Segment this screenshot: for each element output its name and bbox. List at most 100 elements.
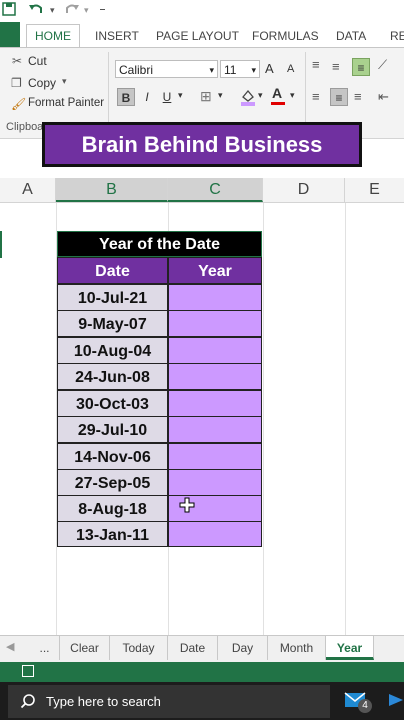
- year-cell[interactable]: [168, 469, 262, 496]
- tab-review[interactable]: RE: [390, 26, 404, 47]
- align-left-icon[interactable]: ≡: [312, 90, 320, 104]
- tab-file[interactable]: [0, 22, 20, 47]
- search-icon: [20, 693, 36, 712]
- align-right-icon[interactable]: ≡: [354, 90, 362, 104]
- column-header-b[interactable]: B: [56, 178, 168, 202]
- date-cell[interactable]: 8-Aug-18: [57, 495, 168, 522]
- year-cell[interactable]: [168, 310, 262, 337]
- header-year[interactable]: Year: [168, 257, 262, 284]
- align-middle-icon[interactable]: ≡: [332, 60, 340, 74]
- year-cell[interactable]: [168, 521, 262, 547]
- borders-dropdown-icon[interactable]: ▾: [218, 90, 223, 101]
- font-color-dropdown-icon[interactable]: ▾: [290, 90, 295, 101]
- chevron-down-icon: ▾: [209, 65, 214, 75]
- sheet-tab-clear[interactable]: Clear: [60, 636, 110, 660]
- fill-color-icon[interactable]: [240, 88, 256, 109]
- year-cell[interactable]: [168, 390, 262, 417]
- cursor-plus-icon: [179, 497, 195, 516]
- underline-dropdown-icon[interactable]: ▾: [178, 90, 183, 101]
- sheet-tab-month[interactable]: Month: [268, 636, 326, 660]
- orientation-icon[interactable]: ⟋: [378, 58, 387, 72]
- grow-font-button[interactable]: A: [265, 61, 274, 76]
- brand-banner: Brain Behind Business: [42, 122, 362, 167]
- year-cell[interactable]: [168, 363, 262, 390]
- year-cell[interactable]: [168, 443, 262, 470]
- undo-dropdown-icon[interactable]: ▾: [50, 2, 55, 18]
- search-placeholder: Type here to search: [46, 694, 161, 709]
- align-bottom-icon[interactable]: ≡: [352, 58, 370, 76]
- cut-button[interactable]: Cut: [28, 54, 47, 68]
- sheet-tab-bar: ◀ ... Clear Today Date Day Month Year: [0, 635, 404, 663]
- date-cell[interactable]: 13-Jan-11: [57, 521, 168, 547]
- align-top-icon[interactable]: ≡: [312, 58, 320, 72]
- font-color-icon[interactable]: A: [271, 85, 285, 105]
- shrink-font-button[interactable]: A: [287, 63, 294, 75]
- undo-icon[interactable]: [28, 2, 44, 18]
- font-size-box[interactable]: 11 ▾: [220, 60, 260, 78]
- date-cell[interactable]: 27-Sep-05: [57, 469, 168, 496]
- copy-button[interactable]: Copy: [28, 76, 56, 90]
- align-center-icon[interactable]: ≡: [330, 88, 348, 106]
- year-cell[interactable]: [168, 416, 262, 443]
- macro-record-icon[interactable]: [22, 665, 34, 677]
- copy-icon: ❐: [11, 76, 22, 90]
- tab-insert[interactable]: INSERT: [95, 26, 139, 47]
- underline-button[interactable]: U: [158, 88, 176, 106]
- quick-access-toolbar: ▾ ▾ ⎯: [0, 0, 404, 22]
- header-date[interactable]: Date: [57, 257, 168, 284]
- column-header-d[interactable]: D: [263, 178, 345, 202]
- column-header-row: A B C D E: [0, 178, 404, 203]
- tab-formulas[interactable]: FORMULAS: [252, 26, 319, 47]
- mail-icon[interactable]: 4: [344, 691, 372, 713]
- copy-dropdown-icon[interactable]: ▾: [62, 76, 67, 87]
- chevron-down-icon: ▾: [251, 65, 256, 75]
- date-cell[interactable]: 10-Aug-04: [57, 337, 168, 364]
- decrease-indent-icon[interactable]: ⇤: [378, 90, 389, 104]
- year-cell[interactable]: [168, 284, 262, 311]
- table-title[interactable]: Year of the Date: [57, 231, 262, 257]
- italic-button[interactable]: I: [138, 88, 156, 106]
- redo-dropdown-icon[interactable]: ▾: [84, 2, 89, 18]
- scissors-icon: ✂: [12, 54, 23, 68]
- font-color-letter: A: [272, 85, 283, 101]
- app-icon[interactable]: [388, 692, 404, 711]
- date-cell[interactable]: 14-Nov-06: [57, 443, 168, 470]
- sheet-tab-day[interactable]: Day: [218, 636, 268, 660]
- format-painter-icon: 🖌: [11, 97, 27, 111]
- date-cell[interactable]: 29-Jul-10: [57, 416, 168, 443]
- font-name-box[interactable]: Calibri ▾: [115, 60, 218, 78]
- ribbon-tab-bar: HOME INSERT PAGE LAYOUT FORMULAS DATA RE: [0, 22, 404, 48]
- year-cell[interactable]: [168, 337, 262, 364]
- font-size-value: 11: [224, 63, 237, 77]
- tab-page-layout[interactable]: PAGE LAYOUT: [156, 26, 239, 47]
- selected-row-marker: [0, 231, 2, 258]
- borders-icon[interactable]: ⊞: [200, 89, 212, 103]
- sheet-tab-year[interactable]: Year: [326, 636, 374, 660]
- date-cell[interactable]: 10-Jul-21: [57, 284, 168, 311]
- column-header-e[interactable]: E: [345, 178, 404, 202]
- grid-line: [263, 203, 264, 635]
- date-cell[interactable]: 30-Oct-03: [57, 390, 168, 417]
- sheet-tab-more[interactable]: ...: [30, 636, 60, 660]
- date-cell[interactable]: 24-Jun-08: [57, 363, 168, 390]
- sheet-tab-date[interactable]: Date: [168, 636, 218, 660]
- bold-button[interactable]: B: [117, 88, 135, 106]
- taskbar-search-box[interactable]: Type here to search: [8, 685, 330, 718]
- group-divider: [108, 52, 109, 132]
- clipboard-group-label: Clipboa: [6, 121, 44, 133]
- mail-badge: 4: [358, 699, 372, 713]
- fill-color-dropdown-icon[interactable]: ▾: [258, 90, 263, 101]
- date-cell[interactable]: 9-May-07: [57, 310, 168, 337]
- customize-qat-icon[interactable]: ⎯: [100, 2, 105, 18]
- column-header-a[interactable]: A: [0, 178, 56, 202]
- sheet-tab-today[interactable]: Today: [110, 636, 168, 660]
- redo-icon[interactable]: [64, 2, 80, 18]
- column-header-c[interactable]: C: [168, 178, 263, 202]
- tab-data[interactable]: DATA: [336, 26, 366, 47]
- save-icon[interactable]: [2, 2, 16, 18]
- group-divider: [305, 52, 306, 132]
- grid-line: [345, 203, 346, 635]
- scroll-tabs-left-icon[interactable]: ◀: [6, 640, 14, 653]
- format-painter-button[interactable]: Format Painter: [28, 97, 104, 109]
- tab-home[interactable]: HOME: [26, 24, 80, 48]
